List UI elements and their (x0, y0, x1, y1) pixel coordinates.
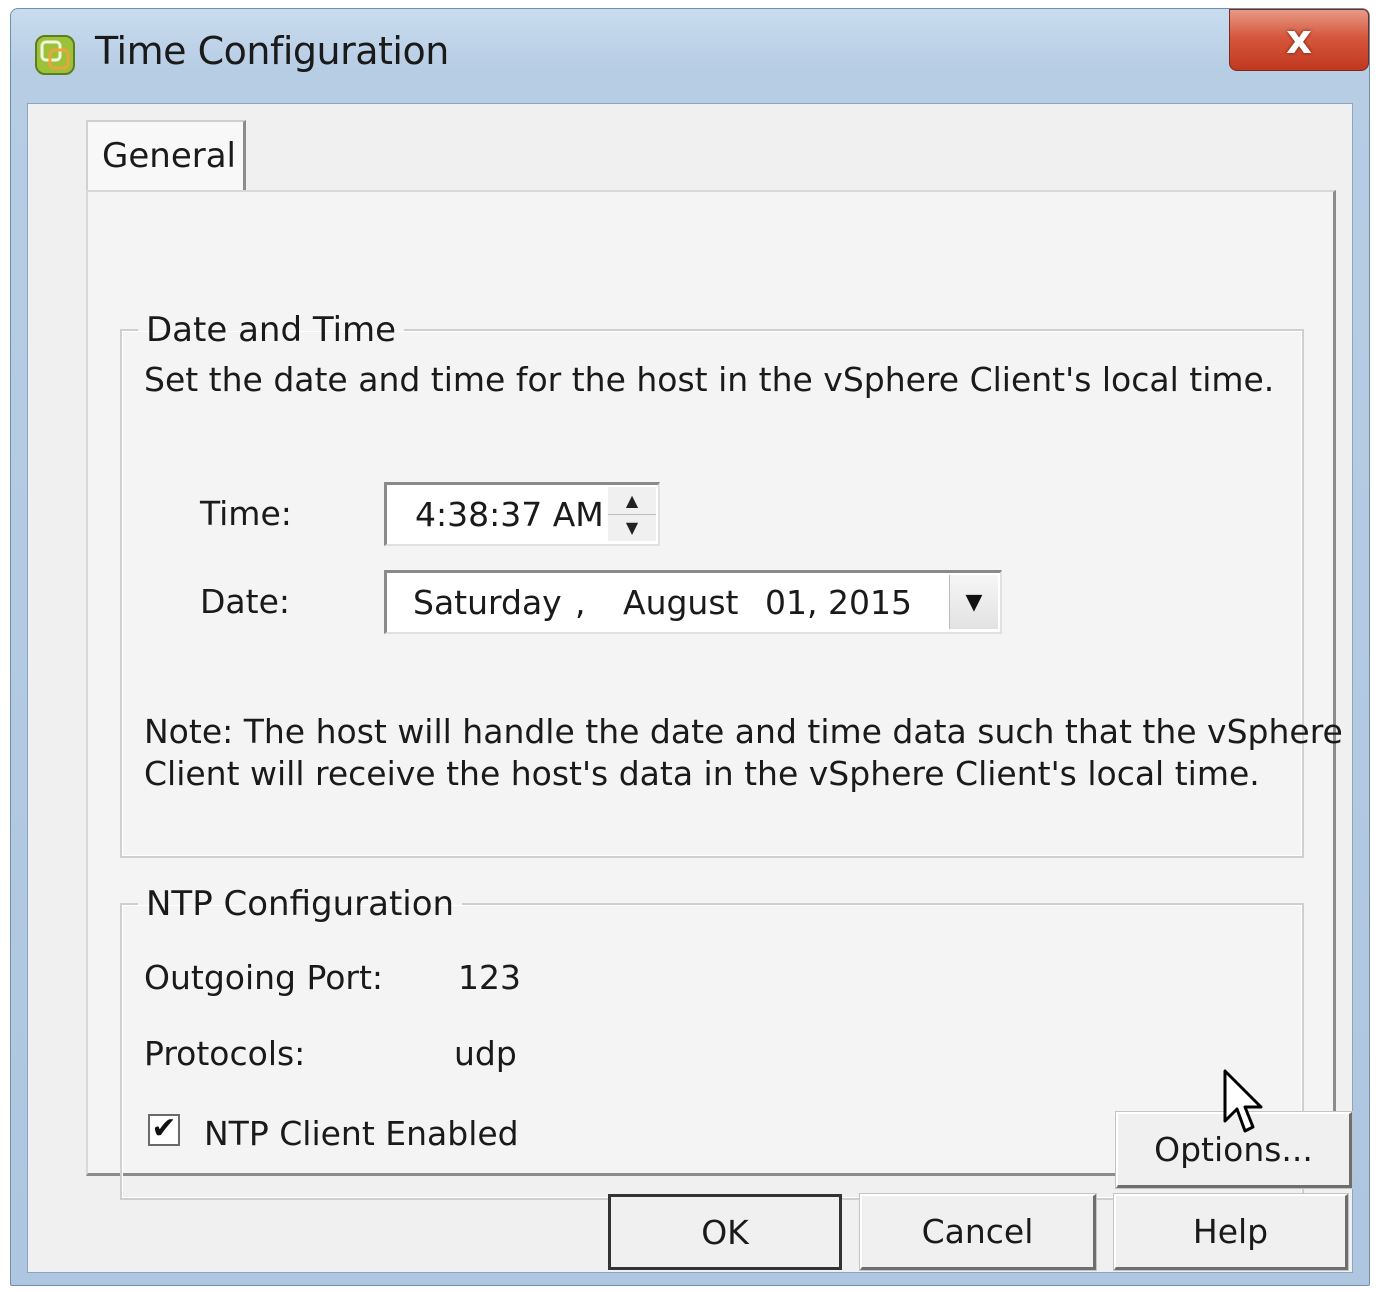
time-input[interactable]: 4:38:37 AM ▲ ▼ (384, 482, 660, 546)
time-label: Time: (200, 494, 292, 533)
outgoing-port-label: Outgoing Port: (144, 958, 384, 997)
spin-up-icon[interactable]: ▲ (608, 487, 656, 515)
date-day-year: 01, 2015 (765, 583, 912, 622)
date-picker[interactable]: Saturday , August 01, 2015 ▼ (384, 570, 1002, 634)
date-time-description: Set the date and time for the host in th… (144, 360, 1275, 399)
ntp-client-enabled-checkbox[interactable]: ✔ (148, 1114, 180, 1146)
note-line-1: Note: The host will handle the date and … (144, 712, 1343, 751)
spin-down-icon[interactable]: ▼ (608, 515, 656, 542)
general-tab-panel: Date and Time Set the date and time for … (86, 190, 1353, 1200)
date-weekday: Saturday (413, 583, 562, 622)
cancel-button[interactable]: Cancel (859, 1193, 1097, 1271)
ntp-client-enabled-label[interactable]: NTP Client Enabled (204, 1114, 519, 1153)
time-spinner[interactable]: ▲ ▼ (608, 487, 656, 541)
close-button[interactable]: x (1229, 9, 1369, 71)
title-bar[interactable]: Time Configuration x (11, 9, 1369, 99)
date-separator: , (575, 583, 586, 622)
ok-button[interactable]: OK (608, 1194, 842, 1270)
date-and-time-legend: Date and Time (146, 310, 397, 350)
window-title: Time Configuration (95, 29, 449, 73)
protocols-value: udp (454, 1034, 517, 1073)
vsphere-app-icon (35, 35, 75, 75)
close-icon: x (1286, 17, 1312, 63)
time-configuration-window: Time Configuration x General Date and Ti… (10, 8, 1370, 1286)
date-label: Date: (200, 582, 290, 621)
dialog-client-area: General Date and Time Set the date and t… (27, 103, 1353, 1273)
note-line-2: Client will receive the host's data in t… (144, 754, 1260, 793)
protocols-label: Protocols: (144, 1034, 306, 1073)
time-value: 4:38:37 AM (415, 495, 604, 534)
outgoing-port-value: 123 (458, 958, 521, 997)
checkmark-icon: ✔ (151, 1111, 177, 1146)
tab-general[interactable]: General (86, 120, 246, 192)
help-button[interactable]: Help (1113, 1193, 1349, 1271)
chevron-down-icon[interactable]: ▼ (949, 575, 998, 629)
date-month: August (623, 583, 739, 622)
mouse-pointer-icon (1223, 1069, 1263, 1133)
ntp-configuration-legend: NTP Configuration (146, 884, 455, 924)
